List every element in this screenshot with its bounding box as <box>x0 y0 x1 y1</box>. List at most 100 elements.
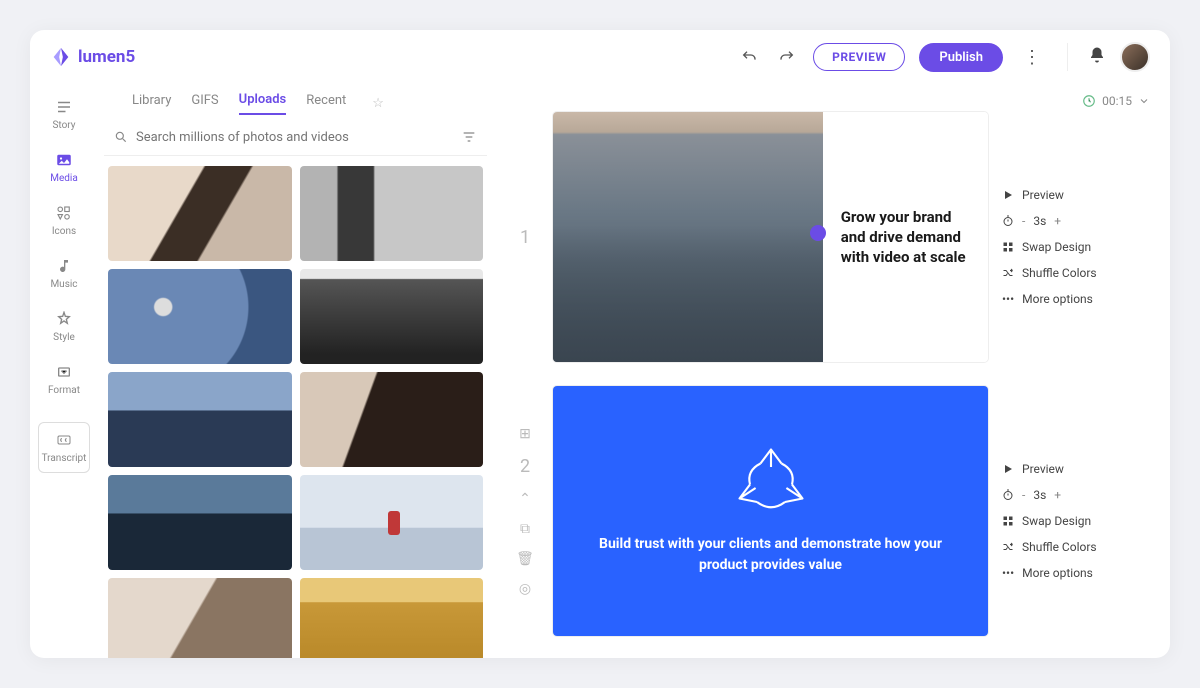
sidebar-item-music[interactable]: Music <box>38 249 90 298</box>
publish-button[interactable]: Publish <box>919 43 1003 72</box>
slide-canvas[interactable]: Grow your brand and drive demand with vi… <box>553 112 988 362</box>
format-icon <box>55 363 73 381</box>
undo-icon <box>741 49 757 65</box>
preview-button[interactable]: PREVIEW <box>813 43 905 71</box>
media-thumb[interactable] <box>108 475 292 570</box>
sidebar-item-transcript[interactable]: Transcript <box>38 422 90 473</box>
sidebar-item-story[interactable]: Story <box>38 90 90 139</box>
sidebar-item-style[interactable]: Style <box>38 302 90 351</box>
filter-icon[interactable] <box>461 129 477 145</box>
grid-icon <box>1002 241 1014 253</box>
slide-duration: - 3s + <box>1002 214 1122 228</box>
sidebar-item-label: Music <box>50 279 77 290</box>
media-tabs: Library GIFS Uploads Recent ☆ <box>104 84 487 123</box>
sidebar-item-label: Story <box>52 120 75 131</box>
media-grid <box>104 156 487 658</box>
copy-slide-button[interactable]: ⧉ <box>520 521 530 537</box>
media-panel: Library GIFS Uploads Recent ☆ <box>98 84 493 658</box>
sidebar-item-media[interactable]: Media <box>38 143 90 192</box>
duration-increase[interactable]: + <box>1054 488 1061 502</box>
media-thumb[interactable] <box>108 578 292 658</box>
dots-icon: ••• <box>1002 292 1014 306</box>
more-menu-button[interactable]: ⋮ <box>1017 43 1047 72</box>
slide-index: 1 <box>511 227 539 248</box>
cc-icon <box>55 431 73 449</box>
logo[interactable]: lumen5 <box>50 46 135 68</box>
slide-canvas[interactable]: Build trust with your clients and demons… <box>553 386 988 636</box>
slide-preview-button[interactable]: Preview <box>1002 462 1122 476</box>
canvas-area: 00:15 1 Grow your brand and drive demand… <box>493 84 1170 658</box>
swap-design-button[interactable]: Swap Design <box>1002 240 1122 254</box>
search-row <box>104 123 487 156</box>
bell-icon <box>1088 46 1106 64</box>
slide-row: ⊞ 2 ⌃ ⧉ 🗑 ◎ Build trust with your client… <box>511 386 1170 636</box>
swap-design-button[interactable]: Swap Design <box>1002 514 1122 528</box>
favorites-button[interactable]: ☆ <box>372 96 384 111</box>
sidebar-item-icons[interactable]: Icons <box>38 196 90 245</box>
music-icon <box>55 257 73 275</box>
sidebar-item-label: Style <box>53 332 75 343</box>
media-thumb[interactable] <box>108 269 292 364</box>
media-thumb[interactable] <box>300 269 484 364</box>
story-icon <box>55 98 73 116</box>
add-slide-button[interactable]: ⊞ <box>519 426 531 442</box>
media-thumb[interactable] <box>300 578 484 658</box>
media-thumb[interactable] <box>108 372 292 467</box>
color-slide-button[interactable]: ◎ <box>519 581 531 597</box>
timer-icon <box>1002 489 1014 501</box>
focus-dot[interactable] <box>810 225 826 241</box>
chevron-down-icon[interactable] <box>1138 95 1150 107</box>
slide-bg <box>553 112 823 362</box>
recycle-icon <box>736 446 806 516</box>
top-header: lumen5 PREVIEW Publish ⋮ <box>30 30 1170 84</box>
sidebar-item-label: Transcript <box>42 453 87 464</box>
tab-library[interactable]: Library <box>132 93 171 114</box>
slide-caption[interactable]: Build trust with your clients and demons… <box>593 534 948 576</box>
duration-decrease[interactable]: - <box>1022 488 1025 502</box>
slide-preview-button[interactable]: Preview <box>1002 188 1122 202</box>
shuffle-icon <box>1002 541 1014 553</box>
grid-icon <box>1002 515 1014 527</box>
icons-icon <box>55 204 73 222</box>
redo-button[interactable] <box>775 45 799 69</box>
move-up-button[interactable]: ⌃ <box>519 491 531 507</box>
divider <box>1067 43 1068 71</box>
media-thumb[interactable] <box>300 166 484 261</box>
shuffle-colors-button[interactable]: Shuffle Colors <box>1002 540 1122 554</box>
media-thumb[interactable] <box>300 475 484 570</box>
tab-uploads[interactable]: Uploads <box>239 92 287 115</box>
media-thumb[interactable] <box>108 166 292 261</box>
style-icon <box>55 310 73 328</box>
time-bar: 00:15 <box>511 84 1170 112</box>
dots-icon: ••• <box>1002 566 1014 580</box>
play-icon <box>1002 463 1014 475</box>
duration-increase[interactable]: + <box>1054 214 1061 228</box>
play-icon <box>1002 189 1014 201</box>
shuffle-colors-button[interactable]: Shuffle Colors <box>1002 266 1122 280</box>
tab-recent[interactable]: Recent <box>306 93 346 114</box>
sidebar-item-label: Icons <box>52 226 76 237</box>
slide-duration: - 3s + <box>1002 488 1122 502</box>
media-icon <box>55 151 73 169</box>
media-thumb[interactable] <box>300 372 484 467</box>
canvas-column: 00:15 1 Grow your brand and drive demand… <box>511 84 1170 658</box>
slide-headline[interactable]: Grow your brand and drive demand with vi… <box>823 112 988 362</box>
more-options-button[interactable]: •••More options <box>1002 292 1122 306</box>
undo-button[interactable] <box>737 45 761 69</box>
redo-icon <box>779 49 795 65</box>
notifications-button[interactable] <box>1088 46 1106 68</box>
slide-index: ⊞ 2 ⌃ ⧉ 🗑 ◎ <box>511 426 539 597</box>
delete-slide-button[interactable]: 🗑 <box>516 551 534 567</box>
slide-actions: Preview - 3s + Swap Design Shuffle Color… <box>1002 442 1122 580</box>
sidebar-item-format[interactable]: Format <box>38 355 90 404</box>
search-icon <box>114 130 128 144</box>
user-avatar[interactable] <box>1120 42 1150 72</box>
tab-gifs[interactable]: GIFS <box>191 93 218 114</box>
more-options-button[interactable]: •••More options <box>1002 566 1122 580</box>
search-input[interactable] <box>136 130 453 145</box>
duration-decrease[interactable]: - <box>1022 214 1025 228</box>
timer-icon <box>1002 215 1014 227</box>
brand-name: lumen5 <box>78 47 135 67</box>
slide-actions: Preview - 3s + Swap Design Shuffle Color… <box>1002 168 1122 306</box>
sidebar-item-label: Media <box>50 173 78 184</box>
